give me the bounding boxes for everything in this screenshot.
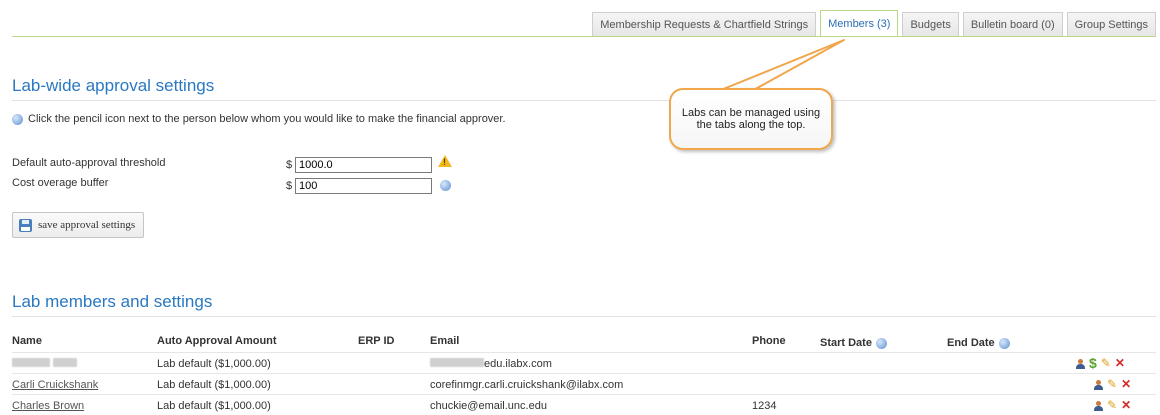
row-actions: ✎ ✕ (1094, 399, 1131, 411)
row-divider (12, 352, 1156, 353)
row-divider (12, 373, 1156, 374)
col-auto-approval: Auto Approval Amount (157, 335, 277, 347)
delete-icon[interactable]: ✕ (1121, 399, 1131, 411)
member-phone: 1234 (752, 400, 777, 412)
save-approval-settings-button[interactable]: save approval settings (12, 212, 145, 238)
members-heading-divider (12, 316, 1156, 317)
tab-membership-requests[interactable]: Membership Requests & Chartfield Strings (592, 12, 817, 36)
col-end-date: End Date (947, 337, 1010, 349)
member-email: corefinmgr.carli.cruickshank@ilabx.com (430, 379, 624, 391)
col-phone: Phone (752, 335, 786, 347)
approval-hint-text: Click the pencil icon next to the person… (28, 113, 506, 125)
member-name-redacted (12, 358, 78, 370)
pencil-icon[interactable]: ✎ (1101, 357, 1111, 369)
col-name: Name (12, 335, 42, 347)
member-email: chuckie@email.unc.edu (430, 400, 547, 412)
threshold-input[interactable] (295, 157, 432, 173)
user-icon[interactable] (1094, 379, 1103, 390)
col-start-date: Start Date (820, 337, 887, 349)
pencil-icon[interactable]: ✎ (1107, 399, 1117, 411)
tab-bar: Membership Requests & Chartfield Strings… (592, 10, 1156, 36)
delete-icon[interactable]: ✕ (1115, 357, 1125, 369)
row-actions: $ ✎ ✕ (1076, 356, 1125, 370)
auto-approval-amount: Lab default ($1,000.00) (157, 379, 271, 391)
row-divider (12, 394, 1156, 395)
buffer-info-icon[interactable] (440, 180, 451, 191)
approval-hint: Click the pencil icon next to the person… (12, 113, 506, 125)
heading-divider (12, 100, 1156, 101)
start-date-info-icon[interactable] (875, 337, 887, 349)
buffer-input[interactable] (295, 178, 432, 194)
pencil-icon[interactable]: ✎ (1107, 378, 1117, 390)
approval-settings-heading: Lab-wide approval settings (12, 76, 215, 95)
threshold-currency: $ (286, 159, 293, 171)
help-callout: Labs can be managed using the tabs along… (669, 88, 833, 150)
callout-text: Labs can be managed using the tabs along… (681, 107, 821, 131)
dollar-icon[interactable]: $ (1089, 356, 1097, 370)
warning-icon: ! (438, 155, 452, 167)
threshold-label: Default auto-approval threshold (12, 157, 166, 169)
info-icon (12, 113, 23, 125)
member-email-text: edu.ilabx.com (484, 358, 552, 370)
members-heading: Lab members and settings (12, 292, 213, 311)
col-email: Email (430, 335, 460, 347)
col-start-date-label: Start Date (820, 337, 872, 349)
tab-budgets[interactable]: Budgets (902, 12, 959, 36)
user-icon[interactable] (1094, 400, 1103, 411)
member-email: edu.ilabx.com (430, 358, 552, 370)
member-name-link[interactable]: Charles Brown (12, 400, 84, 412)
end-date-info-icon[interactable] (998, 337, 1010, 349)
tab-bulletin-board[interactable]: Bulletin board (0) (962, 12, 1063, 36)
floppy-disk-icon (19, 218, 32, 232)
buffer-currency: $ (286, 180, 293, 192)
delete-icon[interactable]: ✕ (1121, 378, 1131, 390)
row-actions: ✎ ✕ (1094, 378, 1131, 390)
col-end-date-label: End Date (947, 337, 995, 349)
col-erp-id: ERP ID (358, 335, 395, 347)
buffer-label: Cost overage buffer (12, 177, 109, 189)
tab-members[interactable]: Members (3) (820, 10, 899, 36)
tab-group-settings[interactable]: Group Settings (1066, 12, 1156, 36)
tab-divider (12, 36, 1156, 37)
auto-approval-amount: Lab default ($1,000.00) (157, 400, 271, 412)
auto-approval-amount: Lab default ($1,000.00) (157, 358, 271, 370)
save-button-label: save approval settings (38, 219, 136, 231)
user-icon[interactable] (1076, 358, 1085, 369)
member-name-link[interactable]: Carli Cruickshank (12, 379, 98, 391)
